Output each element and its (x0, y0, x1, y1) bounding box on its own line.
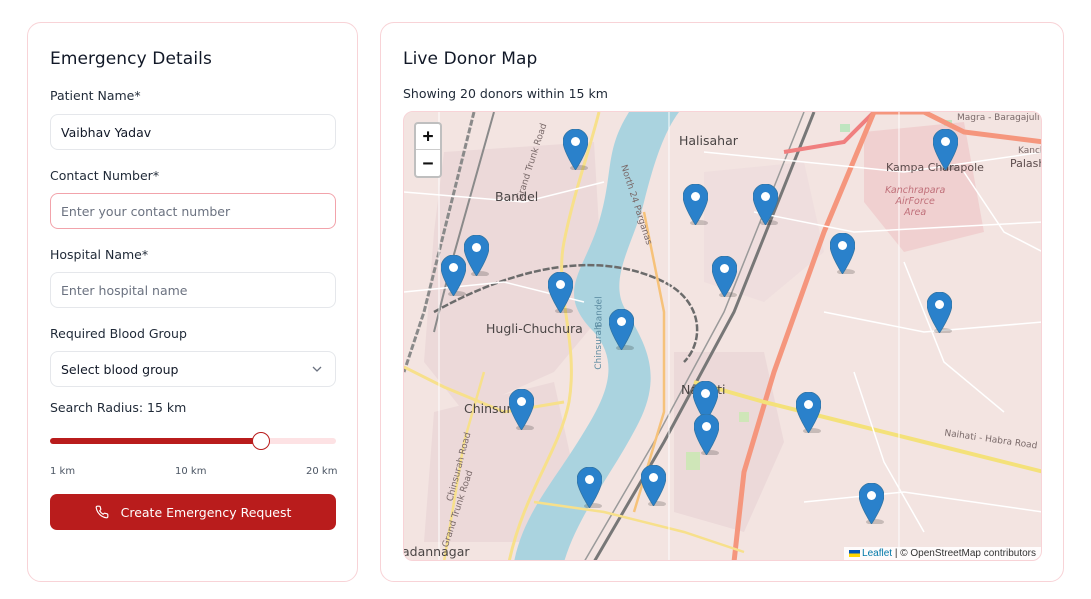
blood-group-label: Required Blood Group (50, 326, 187, 341)
donor-marker-icon[interactable] (508, 389, 534, 430)
donor-marker-icon[interactable] (711, 256, 737, 297)
donor-marker-icon[interactable] (682, 184, 708, 225)
label-dannagar: adannagar (403, 544, 470, 559)
label-palashi: Palashi (1010, 157, 1041, 170)
zoom-control: + − (414, 122, 442, 178)
hospital-name-label: Hospital Name* (50, 247, 149, 262)
label-hugli-chuchura: Hugli-Chuchura (486, 321, 583, 336)
contact-number-input[interactable]: Enter your contact number (50, 193, 336, 229)
zoom-out-button[interactable]: − (416, 150, 440, 176)
donor-marker-icon[interactable] (693, 414, 719, 455)
ukraine-flag-icon (849, 549, 861, 557)
map-tiles (404, 112, 1041, 560)
emergency-details-title: Emergency Details (50, 49, 212, 69)
donor-marker-icon[interactable] (858, 483, 884, 524)
create-emergency-request-button[interactable]: Create Emergency Request (50, 494, 336, 530)
donor-map[interactable]: Halisahar Bandel Hugli-Chuchura Chinsura… (403, 111, 1042, 561)
hospital-name-input[interactable]: Enter hospital name (50, 272, 336, 308)
donor-marker-icon[interactable] (640, 465, 666, 506)
slider-thumb[interactable] (252, 432, 270, 450)
donor-marker-icon[interactable] (576, 467, 602, 508)
leaflet-link[interactable]: Leaflet (862, 548, 892, 559)
donor-marker-icon[interactable] (547, 272, 573, 313)
blood-group-selected: Select blood group (61, 361, 179, 377)
map-attribution: Leaflet | © OpenStreetMap contributors (844, 547, 1041, 560)
chevron-down-icon (312, 366, 322, 372)
donor-marker-icon[interactable] (829, 233, 855, 274)
donor-marker-icon[interactable] (562, 129, 588, 170)
donor-summary: Showing 20 donors within 15 km (403, 86, 608, 101)
label-chinsurah-river: Chinsurah (593, 324, 604, 370)
label-kanch: Kanch (1018, 146, 1041, 156)
tick-max: 20 km (306, 466, 338, 477)
label-magra-road: Magra - Baragajuli Road (957, 113, 1041, 123)
donor-marker-icon[interactable] (752, 184, 778, 225)
patient-name-input[interactable]: Vaibhav Yadav (50, 114, 336, 150)
donor-marker-icon[interactable] (463, 235, 489, 276)
patient-name-label: Patient Name* (50, 88, 141, 103)
phone-icon (95, 505, 109, 519)
osm-attribution: | © OpenStreetMap contributors (894, 548, 1036, 559)
label-halisahar: Halisahar (679, 133, 738, 148)
search-radius-slider[interactable] (50, 432, 336, 450)
live-donor-map-title: Live Donor Map (403, 49, 538, 69)
emergency-details-card: Emergency Details Patient Name* Vaibhav … (27, 22, 358, 582)
label-bandel-river: Bandel (594, 296, 605, 328)
label-kanchrapara: Kanchrapara AirForce Area (885, 185, 946, 218)
slider-fill (50, 438, 261, 444)
live-donor-map-card: Live Donor Map Showing 20 donors within … (380, 22, 1064, 582)
donor-marker-icon[interactable] (440, 255, 466, 296)
contact-number-label: Contact Number* (50, 168, 160, 183)
tick-mid: 10 km (175, 466, 207, 477)
zoom-in-button[interactable]: + (416, 124, 440, 150)
donor-marker-icon[interactable] (608, 309, 634, 350)
donor-marker-icon[interactable] (795, 392, 821, 433)
search-radius-label: Search Radius: 15 km (50, 400, 187, 415)
create-emergency-request-label: Create Emergency Request (120, 504, 292, 520)
donor-marker-icon[interactable] (932, 129, 958, 170)
donor-marker-icon[interactable] (926, 292, 952, 333)
tick-min: 1 km (50, 466, 76, 477)
blood-group-select[interactable]: Select blood group (50, 351, 336, 387)
